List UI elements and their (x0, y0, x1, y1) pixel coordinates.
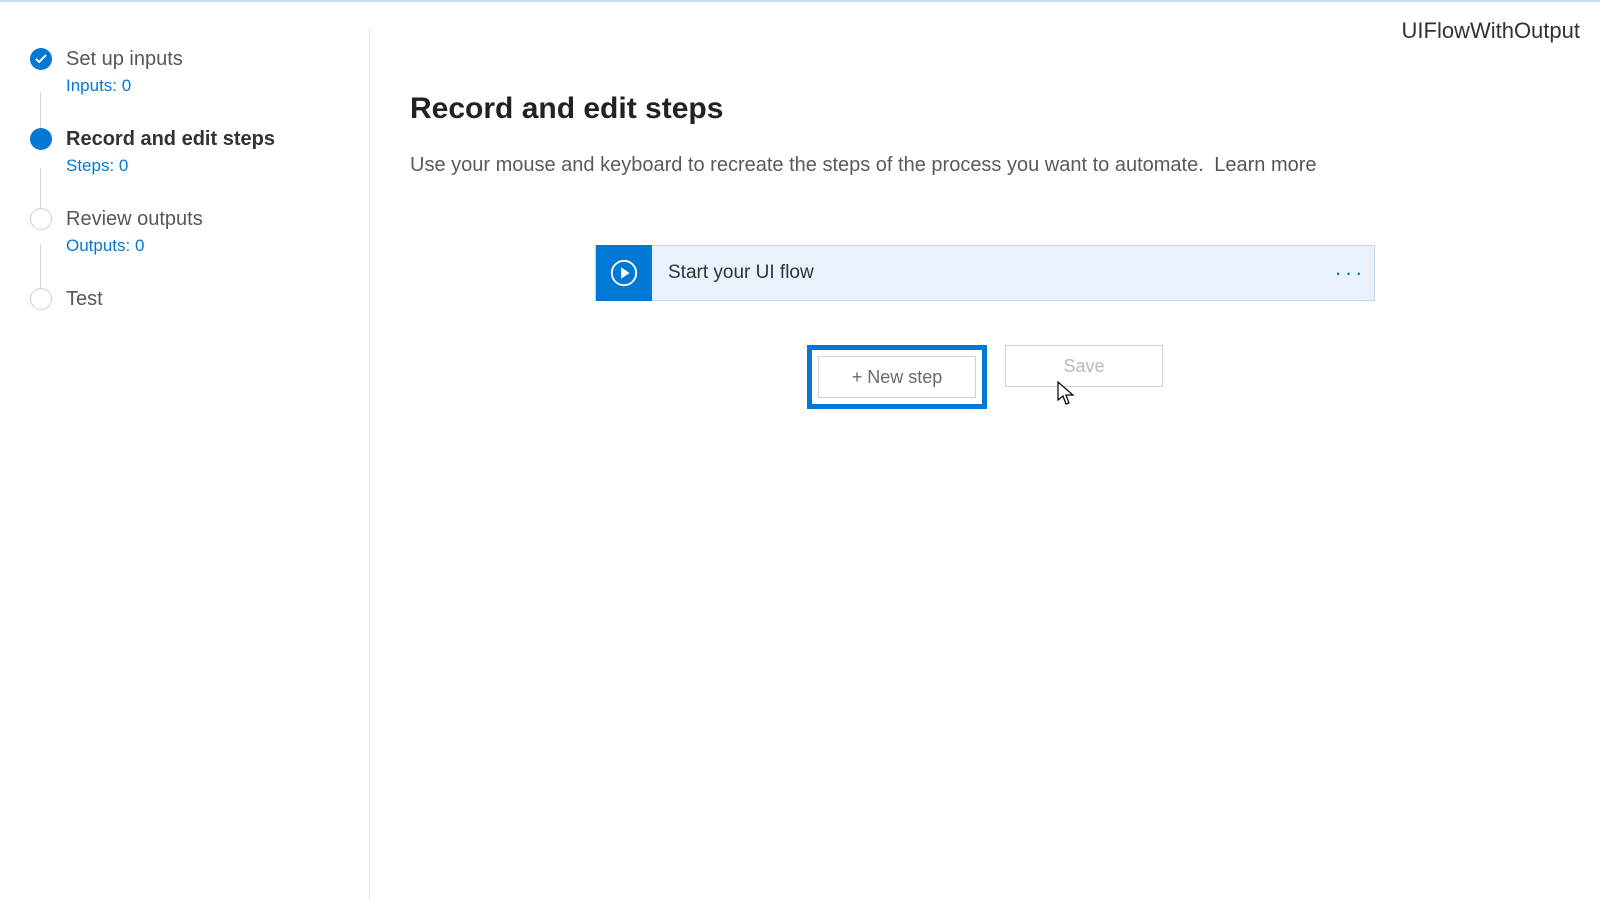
check-icon (30, 48, 52, 70)
step-subtitle: Outputs: 0 (66, 236, 203, 256)
step-subtitle: Steps: 0 (66, 156, 275, 176)
step-title: Record and edit steps (66, 126, 275, 152)
page-description-row: Use your mouse and keyboard to recreate … (410, 154, 1560, 177)
step-title: Set up inputs (66, 46, 183, 72)
future-step-icon (30, 208, 52, 230)
flow-name: UIFlowWithOutput (1402, 18, 1581, 44)
page-title: Record and edit steps (410, 92, 1560, 126)
learn-more-link[interactable]: Learn more (1214, 154, 1316, 176)
sidebar-item-setup-inputs[interactable]: Set up inputs Inputs: 0 (0, 40, 369, 102)
page-description: Use your mouse and keyboard to recreate … (410, 154, 1204, 176)
play-icon (596, 245, 652, 301)
action-buttons: + New step Save (595, 345, 1375, 409)
step-texts: Test (66, 286, 103, 312)
step-title: Test (66, 286, 103, 312)
future-step-icon (30, 288, 52, 310)
sidebar-item-review-outputs[interactable]: Review outputs Outputs: 0 (0, 200, 369, 262)
save-button[interactable]: Save (1005, 345, 1163, 387)
start-flow-card[interactable]: Start your UI flow ··· (595, 245, 1375, 301)
step-texts: Record and edit steps Steps: 0 (66, 126, 275, 176)
step-subtitle: Inputs: 0 (66, 76, 183, 96)
current-step-icon (30, 128, 52, 150)
main-content: Record and edit steps Use your mouse and… (370, 42, 1600, 900)
highlight-frame: + New step (807, 345, 987, 409)
more-icon[interactable]: ··· (1326, 260, 1374, 286)
new-step-button[interactable]: + New step (818, 356, 976, 398)
step-texts: Review outputs Outputs: 0 (66, 206, 203, 256)
flow-card-label: Start your UI flow (652, 262, 1326, 284)
accent-bar (0, 0, 1600, 2)
step-texts: Set up inputs Inputs: 0 (66, 46, 183, 96)
sidebar-item-test[interactable]: Test (0, 280, 369, 318)
wizard-sidebar: Set up inputs Inputs: 0 Record and edit … (0, 28, 370, 900)
sidebar-item-record-edit[interactable]: Record and edit steps Steps: 0 (0, 120, 369, 182)
step-title: Review outputs (66, 206, 203, 232)
